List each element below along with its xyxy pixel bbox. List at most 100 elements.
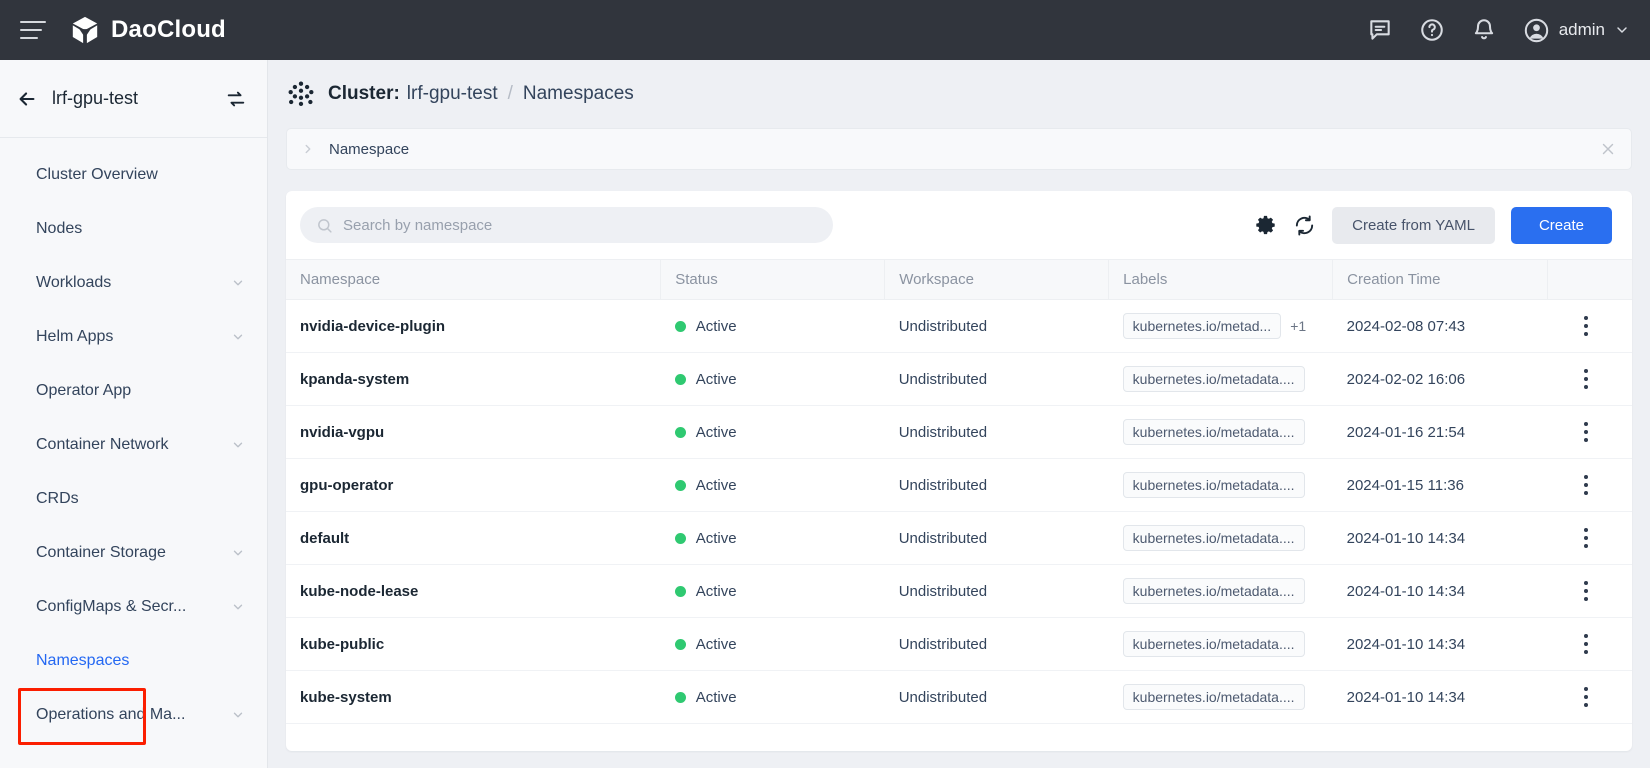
label-chip[interactable]: kubernetes.io/metadata.... xyxy=(1123,366,1305,392)
label-chip[interactable]: kubernetes.io/metad... xyxy=(1123,313,1282,339)
topbar-actions: admin xyxy=(1367,17,1650,44)
cell-labels: kubernetes.io/metadata.... xyxy=(1109,353,1333,406)
chevron-down-icon xyxy=(1614,22,1630,38)
sidebar-item-operations-and-maintenance[interactable]: Operations and Ma... xyxy=(0,688,267,742)
table-row[interactable]: kube-public Active Undistributed kuberne… xyxy=(286,618,1632,671)
table-row[interactable]: gpu-operator Active Undistributed kubern… xyxy=(286,459,1632,512)
table-row[interactable]: default Active Undistributed kubernetes.… xyxy=(286,512,1632,565)
status-text: Active xyxy=(696,424,737,441)
message-icon[interactable] xyxy=(1367,17,1393,43)
create-from-yaml-button[interactable]: Create from YAML xyxy=(1332,207,1495,244)
sidebar-item-label: Container Network xyxy=(36,436,169,454)
sidebar-item-container-network[interactable]: Container Network xyxy=(0,418,267,472)
help-icon[interactable] xyxy=(1419,17,1445,43)
cell-namespace[interactable]: gpu-operator xyxy=(286,459,661,512)
row-actions-menu-icon[interactable] xyxy=(1576,528,1596,548)
sidebar-item-workloads[interactable]: Workloads xyxy=(0,256,267,310)
notification-bell-icon[interactable] xyxy=(1471,17,1497,43)
brand-logo[interactable]: DaoCloud xyxy=(70,15,226,45)
chevron-down-icon xyxy=(231,708,245,722)
breadcrumb: Cluster: lrf-gpu-test / Namespaces xyxy=(268,60,1650,128)
row-actions-menu-icon[interactable] xyxy=(1576,687,1596,707)
row-actions-menu-icon[interactable] xyxy=(1576,422,1596,442)
row-actions-menu-icon[interactable] xyxy=(1576,634,1596,654)
chevron-right-icon[interactable] xyxy=(301,142,315,156)
label-chip[interactable]: kubernetes.io/metadata.... xyxy=(1123,631,1305,657)
label-more-count[interactable]: +1 xyxy=(1290,318,1306,334)
status-dot-icon xyxy=(675,321,686,332)
switch-cluster-icon[interactable] xyxy=(225,88,247,110)
sidebar-item-label: Operations and Ma... xyxy=(36,706,185,724)
cell-workspace: Undistributed xyxy=(885,459,1109,512)
label-chip[interactable]: kubernetes.io/metadata.... xyxy=(1123,684,1305,710)
cell-labels: kubernetes.io/metadata.... xyxy=(1109,406,1333,459)
table-row[interactable]: nvidia-vgpu Active Undistributed kuberne… xyxy=(286,406,1632,459)
sidebar-item-namespaces[interactable]: Namespaces xyxy=(0,634,267,688)
chevron-down-icon xyxy=(231,438,245,452)
label-chip[interactable]: kubernetes.io/metadata.... xyxy=(1123,578,1305,604)
column-header-labels[interactable]: Labels xyxy=(1109,260,1333,300)
cell-status: Active xyxy=(661,353,885,406)
cell-namespace[interactable]: kube-node-lease xyxy=(286,565,661,618)
table-row[interactable]: kube-system Active Undistributed kuberne… xyxy=(286,671,1632,724)
status-text: Active xyxy=(696,318,737,335)
refresh-icon[interactable] xyxy=(1293,214,1316,237)
sidebar-item-container-storage[interactable]: Container Storage xyxy=(0,526,267,580)
cell-namespace[interactable]: kube-system xyxy=(286,671,661,724)
search-box[interactable] xyxy=(300,207,833,243)
user-menu[interactable]: admin xyxy=(1523,17,1630,44)
column-header-status[interactable]: Status xyxy=(661,260,885,300)
sidebar-item-configmaps-secrets[interactable]: ConfigMaps & Secr... xyxy=(0,580,267,634)
cell-actions xyxy=(1548,565,1632,618)
hamburger-icon[interactable] xyxy=(20,21,46,39)
row-actions-menu-icon[interactable] xyxy=(1576,369,1596,389)
sidebar-item-helm-apps[interactable]: Helm Apps xyxy=(0,310,267,364)
column-header-namespace[interactable]: Namespace xyxy=(286,260,661,300)
sidebar-item-cluster-overview[interactable]: Cluster Overview xyxy=(0,148,267,202)
sidebar-header: lrf-gpu-test xyxy=(0,60,267,138)
breadcrumb-cluster-link[interactable]: lrf-gpu-test xyxy=(407,83,498,105)
table-row[interactable]: nvidia-device-plugin Active Undistribute… xyxy=(286,300,1632,353)
search-input[interactable] xyxy=(343,217,803,234)
cell-status: Active xyxy=(661,512,885,565)
create-button[interactable]: Create xyxy=(1511,207,1612,244)
sidebar-item-label: ConfigMaps & Secr... xyxy=(36,598,186,616)
brand-name: DaoCloud xyxy=(111,16,226,44)
label-chip[interactable]: kubernetes.io/metadata.... xyxy=(1123,472,1305,498)
cell-workspace: Undistributed xyxy=(885,300,1109,353)
gear-icon[interactable] xyxy=(1254,214,1277,237)
sidebar-item-label: Workloads xyxy=(36,274,111,292)
cell-namespace[interactable]: kube-public xyxy=(286,618,661,671)
sidebar-item-nodes[interactable]: Nodes xyxy=(0,202,267,256)
table-row[interactable]: kube-node-lease Active Undistributed kub… xyxy=(286,565,1632,618)
daocloud-cube-icon xyxy=(70,15,100,45)
sidebar-item-operator-app[interactable]: Operator App xyxy=(0,364,267,418)
label-chip[interactable]: kubernetes.io/metadata.... xyxy=(1123,419,1305,445)
cell-actions xyxy=(1548,406,1632,459)
namespaces-table: Namespace Status Workspace Labels Creati… xyxy=(286,259,1632,724)
cell-namespace[interactable]: nvidia-vgpu xyxy=(286,406,661,459)
cell-status: Active xyxy=(661,671,885,724)
sidebar-item-crds[interactable]: CRDs xyxy=(0,472,267,526)
label-chip[interactable]: kubernetes.io/metadata.... xyxy=(1123,525,1305,551)
row-actions-menu-icon[interactable] xyxy=(1576,581,1596,601)
row-actions-menu-icon[interactable] xyxy=(1576,316,1596,336)
row-actions-menu-icon[interactable] xyxy=(1576,475,1596,495)
cell-namespace[interactable]: kpanda-system xyxy=(286,353,661,406)
table-toolbar: Create from YAML Create xyxy=(286,191,1632,259)
cell-status: Active xyxy=(661,565,885,618)
table-row[interactable]: kpanda-system Active Undistributed kuber… xyxy=(286,353,1632,406)
close-icon[interactable] xyxy=(1599,140,1617,158)
status-text: Active xyxy=(696,477,737,494)
column-header-workspace[interactable]: Workspace xyxy=(885,260,1109,300)
status-dot-icon xyxy=(675,533,686,544)
column-header-creation-time[interactable]: Creation Time xyxy=(1333,260,1548,300)
cell-labels: kubernetes.io/metad... +1 xyxy=(1109,300,1333,353)
sidebar-item-label: Helm Apps xyxy=(36,328,113,346)
cell-creation-time: 2024-01-10 14:34 xyxy=(1333,618,1548,671)
cell-namespace[interactable]: default xyxy=(286,512,661,565)
sidebar-item-label: Container Storage xyxy=(36,544,166,562)
cell-namespace[interactable]: nvidia-device-plugin xyxy=(286,300,661,353)
status-dot-icon xyxy=(675,692,686,703)
arrow-left-icon[interactable] xyxy=(16,88,38,110)
